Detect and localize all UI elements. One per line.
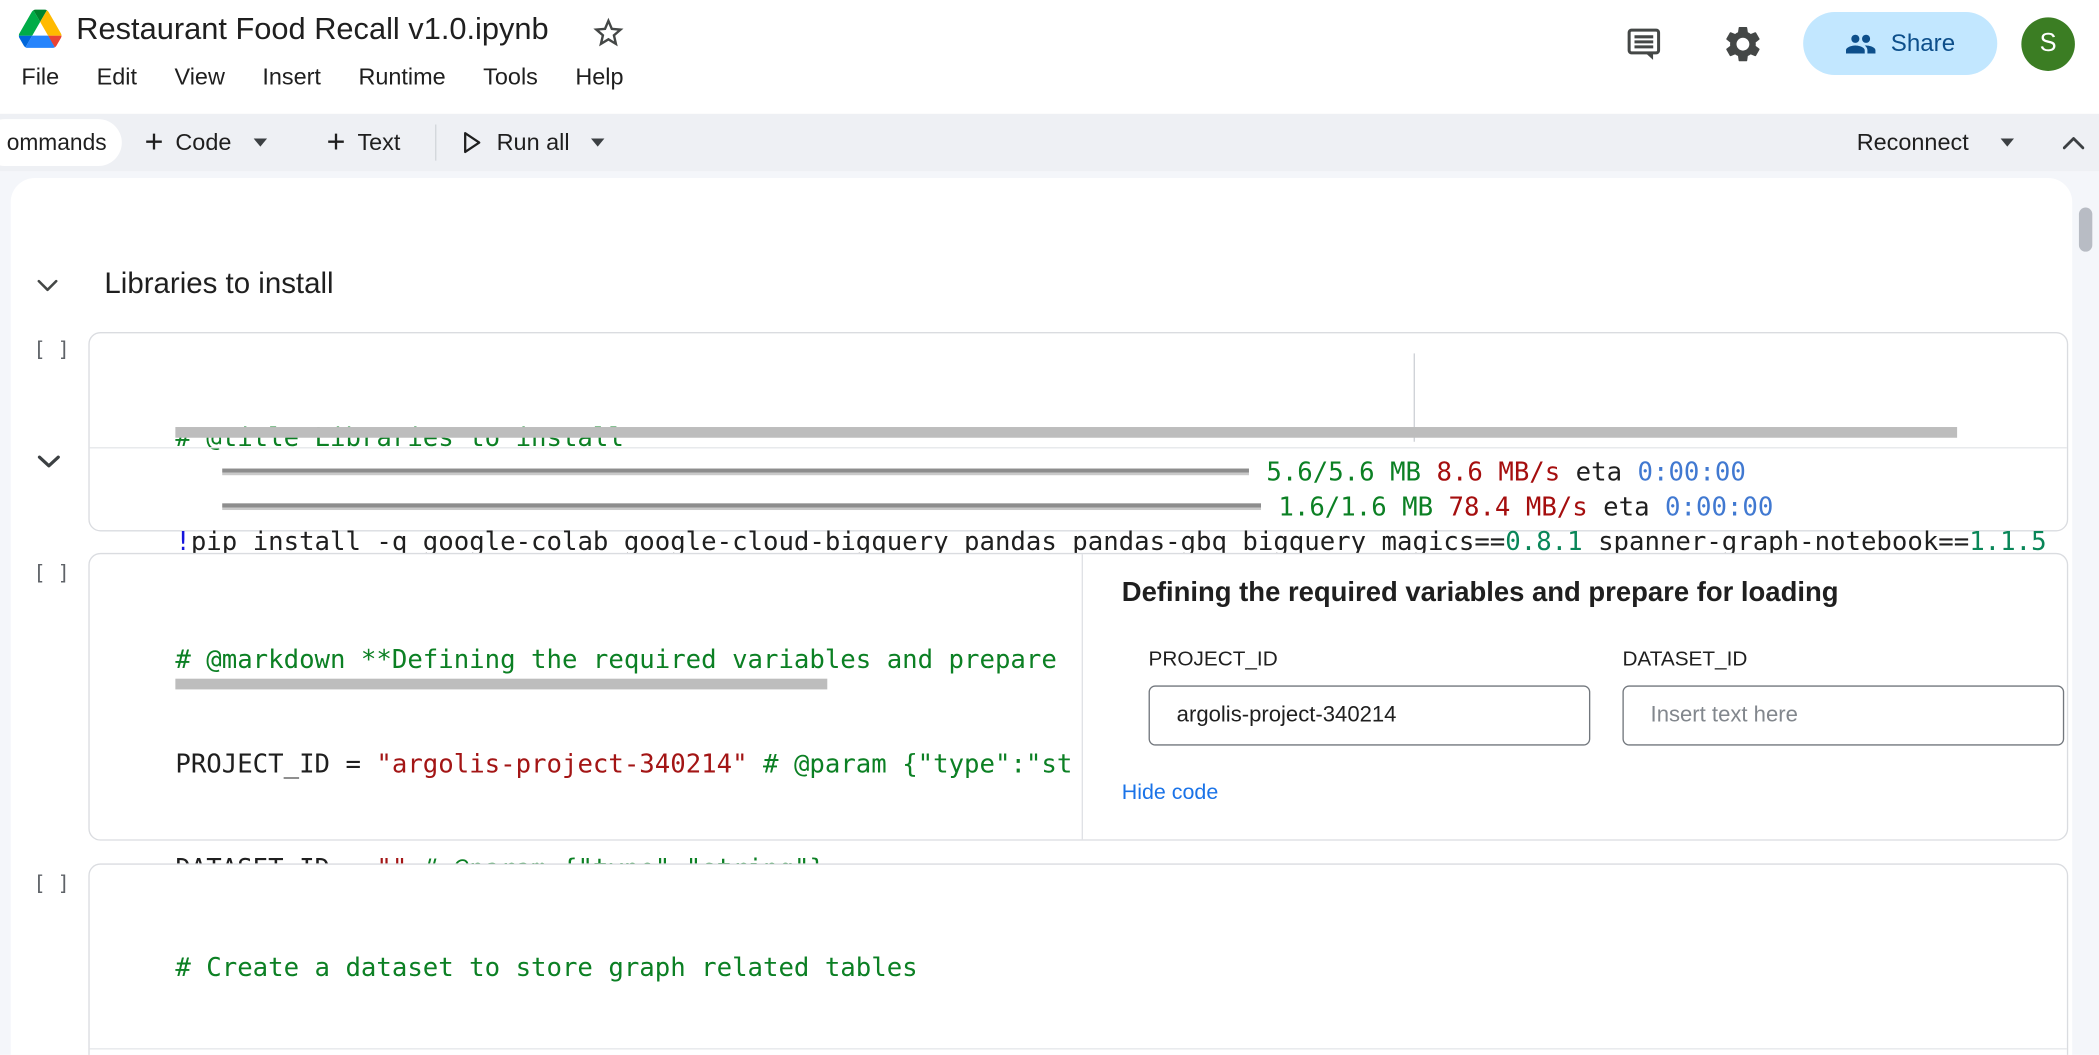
- output-collapse-chevron-icon[interactable]: [37, 455, 60, 468]
- share-button-label: Share: [1891, 29, 1955, 57]
- code-cell-with-form: # @markdown **Defining the required vari…: [88, 553, 2068, 841]
- code-line: PROJECT_ID = "argolis-project-340214" # …: [175, 747, 1081, 782]
- output-text: 5.6/5.6 MB 8.6 MB/s eta 0:00:00: [1266, 456, 1745, 487]
- drive-logo-icon: [19, 9, 62, 48]
- commands-button-label: ommands: [7, 129, 107, 156]
- output-line: 1.6/1.6 MB 78.4 MB/s eta 0:00:00: [222, 489, 1773, 524]
- field-label-project-id: PROJECT_ID: [1149, 648, 1278, 672]
- toolbar-divider: [435, 124, 436, 160]
- menu-item-runtime[interactable]: Runtime: [358, 63, 445, 91]
- section-title[interactable]: Libraries to install: [104, 266, 333, 301]
- plus-icon: +: [145, 127, 164, 159]
- menu-item-insert[interactable]: Insert: [262, 63, 321, 91]
- output-text: 1.6/1.6 MB 78.4 MB/s eta 0:00:00: [1278, 491, 1773, 522]
- dataset-id-input[interactable]: [1622, 685, 2064, 745]
- play-icon: [462, 131, 482, 154]
- progress-bar: [222, 503, 1261, 510]
- cell-run-indicator[interactable]: [ ]: [33, 337, 69, 361]
- add-code-label: Code: [175, 129, 231, 157]
- reconnect-button[interactable]: Reconnect: [1857, 114, 2015, 172]
- code-editor[interactable]: # Create a dataset to store graph relate…: [90, 865, 2067, 1055]
- commands-button[interactable]: ommands: [0, 119, 122, 166]
- cell-run-indicator[interactable]: [ ]: [33, 561, 69, 585]
- add-text-button[interactable]: + Text: [327, 114, 401, 172]
- chevron-down-icon[interactable]: [591, 138, 606, 147]
- chevron-down-icon[interactable]: [253, 138, 268, 147]
- avatar-letter: S: [2040, 29, 2057, 58]
- output-line: 5.6/5.6 MB 8.6 MB/s eta 0:00:00: [222, 454, 1746, 489]
- chevron-up-icon[interactable]: [2063, 137, 2084, 150]
- comment-icon[interactable]: [1624, 24, 1664, 64]
- progress-bar: [222, 468, 1249, 475]
- code-line: # @markdown **Defining the required vari…: [175, 643, 1081, 678]
- app-header: Restaurant Food Recall v1.0.ipynb File E…: [0, 0, 2099, 114]
- plus-icon: +: [327, 127, 346, 159]
- code-line: # Create a dataset to store graph relate…: [175, 950, 2067, 985]
- star-icon[interactable]: [590, 15, 626, 51]
- vertical-scrollbar-thumb[interactable]: [2079, 207, 2092, 251]
- hide-code-link[interactable]: Hide code: [1122, 782, 1218, 806]
- menu-item-file[interactable]: File: [21, 63, 59, 91]
- output-divider: [90, 1048, 2067, 1049]
- notebook-canvas: Libraries to install [ ] # @title Librar…: [11, 178, 2073, 1055]
- people-icon: [1845, 27, 1877, 59]
- add-text-label: Text: [357, 129, 400, 157]
- field-label-dataset-id: DATASET_ID: [1622, 648, 1747, 672]
- horizontal-scrollbar-thumb[interactable]: [175, 679, 827, 690]
- avatar[interactable]: S: [2021, 17, 2075, 71]
- reconnect-label: Reconnect: [1857, 129, 1969, 157]
- section-collapse-chevron-icon[interactable]: [37, 280, 57, 292]
- horizontal-scrollbar-thumb[interactable]: [175, 427, 1957, 438]
- settings-gear-icon[interactable]: [1722, 23, 1765, 66]
- output-divider: [90, 447, 2067, 448]
- menu-item-view[interactable]: View: [175, 63, 225, 91]
- menu-item-edit[interactable]: Edit: [97, 63, 137, 91]
- code-cell: # @title Libraries to install !pip insta…: [88, 332, 2068, 531]
- menu-item-help[interactable]: Help: [575, 63, 623, 91]
- form-heading: Defining the required variables and prep…: [1122, 577, 1839, 609]
- share-button[interactable]: Share: [1803, 12, 1997, 75]
- notebook-title[interactable]: Restaurant Food Recall v1.0.ipynb: [76, 11, 548, 47]
- form-pane: Defining the required variables and prep…: [1083, 554, 2067, 839]
- project-id-input[interactable]: [1149, 685, 1591, 745]
- menu-bar: File Edit View Insert Runtime Tools Help: [21, 63, 623, 91]
- add-code-button[interactable]: + Code: [145, 114, 268, 172]
- cell-run-indicator[interactable]: [ ]: [33, 871, 69, 895]
- code-cell: # Create a dataset to store graph relate…: [88, 863, 2068, 1054]
- run-all-button[interactable]: Run all: [462, 114, 606, 172]
- toolbar: ommands + Code + Text Run all Reconnect: [0, 114, 2099, 172]
- colab-app: Restaurant Food Recall v1.0.ipynb File E…: [0, 0, 2099, 1055]
- menu-item-tools[interactable]: Tools: [483, 63, 538, 91]
- run-all-label: Run all: [497, 129, 570, 157]
- notebook-page: Libraries to install [ ] # @title Librar…: [0, 171, 2099, 1055]
- chevron-down-icon[interactable]: [2000, 138, 2015, 147]
